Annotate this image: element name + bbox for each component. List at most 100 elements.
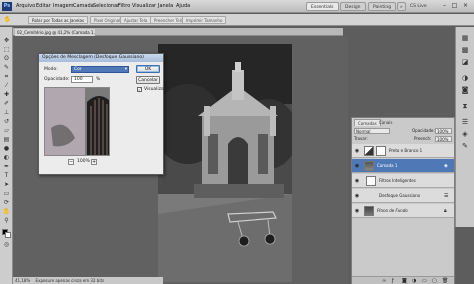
eye-icon[interactable]: ◉ — [354, 178, 360, 184]
dialog-title: Opções de Mesclagem (Desfoque Gaussiano) — [39, 54, 163, 62]
lasso-tool-icon[interactable]: ʘ — [2, 55, 11, 63]
menu-editar[interactable]: Editar — [36, 3, 51, 9]
document-tab[interactable]: 02_Cemitério.jpg @ 41,2% (Camada 1, RGB/… — [15, 29, 95, 42]
gradient-tool-icon[interactable]: ▤ — [2, 136, 11, 144]
marquee-tool-icon[interactable]: ⬚ — [2, 46, 11, 54]
menu-arquivo[interactable]: Arquivo — [16, 3, 35, 9]
layer-row-gaussian-blur[interactable]: ◉ Desfoque Gaussiano ☰ — [352, 189, 454, 203]
layer-row-camada-1[interactable]: ◉ Camada 1 ◈ — [352, 159, 454, 173]
masks-panel-icon[interactable]: ◙ — [459, 85, 471, 95]
filter-preview-window[interactable] — [44, 87, 110, 156]
eyedropper-tool-icon[interactable]: ⁄ — [2, 82, 11, 90]
status-zoom[interactable]: 41,18% — [15, 278, 30, 283]
new-group-icon[interactable]: ▭ — [422, 278, 427, 284]
status-bar: 41,18% Exposure apenas cinza em 32 bits — [13, 277, 163, 284]
menu-janela[interactable]: Janela — [158, 3, 173, 9]
path-selection-tool-icon[interactable]: ➤ — [2, 181, 11, 189]
shape-tool-icon[interactable]: ▭ — [2, 190, 11, 198]
swatches-panel-icon[interactable]: ▩ — [459, 45, 471, 55]
preview-checkbox[interactable]: ✓ — [137, 87, 142, 92]
cs-live-button[interactable]: CS Live — [410, 2, 440, 11]
mode-select[interactable]: Cor ▾ — [71, 66, 129, 73]
blur-tool-icon[interactable]: ● — [2, 145, 11, 153]
styles-panel-icon[interactable]: ◪ — [459, 57, 471, 67]
brush-tool-icon[interactable]: ✐ — [2, 100, 11, 108]
zoom-in-icon[interactable]: + — [91, 159, 97, 165]
workspace-essentials-button[interactable]: Essentials — [306, 2, 339, 11]
workspace-painting-button[interactable]: Painting — [368, 2, 397, 11]
close-icon[interactable]: × — [461, 2, 470, 10]
fill-input[interactable]: 100% — [435, 136, 452, 142]
type-tool-icon[interactable]: T — [2, 172, 11, 180]
workspace-design-button[interactable]: Design — [340, 2, 366, 11]
document-image[interactable] — [158, 44, 292, 282]
filter-options-icon[interactable]: ☰ — [444, 193, 448, 199]
background-color-swatch[interactable] — [5, 232, 11, 238]
history-brush-tool-icon[interactable]: ↺ — [2, 118, 11, 126]
cancel-button[interactable]: Cancelar — [136, 76, 160, 84]
layers-panel-icon[interactable]: ☰ — [459, 117, 471, 127]
adjustment-thumbnail — [364, 146, 374, 156]
layer-thumbnail — [364, 161, 374, 171]
photoshop-logo-icon: Ps — [2, 2, 12, 11]
mode-label: Modo: — [44, 67, 58, 72]
minimize-icon[interactable]: – — [440, 2, 449, 10]
menu-imagem[interactable]: Imagem — [53, 3, 74, 9]
layer-row-background[interactable]: ◉ Plano de Fundo 🔒︎ — [352, 204, 454, 218]
dodge-tool-icon[interactable]: ◐ — [2, 154, 11, 162]
layer-name: Camada 1 — [377, 163, 398, 168]
scroll-all-windows-checkbox[interactable]: Rolar por Todas as Janelas — [28, 16, 89, 24]
clone-stamp-tool-icon[interactable]: ⊥ — [2, 109, 11, 117]
move-tool-icon[interactable]: ✥ — [2, 37, 11, 45]
hand-tool-icon[interactable]: ✋ — [2, 208, 11, 216]
workspace-more-button[interactable]: » — [397, 2, 406, 11]
3d-rotate-tool-icon[interactable]: ⟳ — [2, 199, 11, 207]
new-layer-icon[interactable]: ▢ — [432, 278, 437, 284]
zoom-out-icon[interactable]: − — [68, 159, 74, 165]
maximize-icon[interactable]: □ — [450, 2, 459, 10]
layer-style-icon[interactable]: ƒ — [392, 278, 394, 284]
layer-opacity-input[interactable]: 100% — [435, 128, 452, 134]
smart-object-icon: ◈ — [444, 163, 448, 169]
ok-button[interactable]: OK — [136, 65, 160, 73]
layer-row-smart-filters[interactable]: ◉ Filtros Inteligentes — [352, 174, 454, 188]
crop-tool-icon[interactable]: ⌗ — [2, 73, 11, 81]
quick-selection-tool-icon[interactable]: ✎ — [2, 64, 11, 72]
opacity-value: 100 — [74, 77, 83, 82]
toolbox: ✥ ⬚ ʘ ✎ ⌗ ⁄ ✚ ✐ ⊥ ↺ ▱ ▤ ● ◐ ✒ T ➤ ▭ ⟳ ✋ … — [0, 27, 13, 284]
add-mask-icon[interactable]: ◙ — [402, 278, 407, 284]
menu-filtro[interactable]: Filtro — [118, 3, 130, 9]
menu-camada[interactable]: Camada — [73, 3, 94, 9]
fit-screen-button[interactable]: Ajustar Tela — [120, 16, 152, 24]
layer-row-preto-e-branco[interactable]: ◉ Preto e Branco 1 — [352, 144, 454, 158]
paths-panel-icon[interactable]: ✎ — [459, 141, 471, 151]
quick-mask-icon[interactable]: ◎ — [2, 241, 11, 249]
healing-brush-tool-icon[interactable]: ✚ — [2, 91, 11, 99]
layers-panel: Camadas Canais Normal Opacidade: 100% Tr… — [351, 117, 455, 284]
eraser-tool-icon[interactable]: ▱ — [2, 127, 11, 135]
tab-channels[interactable]: Canais — [376, 119, 395, 126]
eye-icon[interactable]: ◉ — [354, 163, 360, 169]
channels-panel-icon[interactable]: ◈ — [459, 129, 471, 139]
menu-selecionar[interactable]: Selecionar — [93, 3, 119, 9]
hand-tool-icon[interactable]: ✋ — [3, 16, 12, 24]
opacity-label: Opacidade: — [44, 77, 70, 82]
eye-icon[interactable]: ◉ — [354, 193, 360, 199]
pen-tool-icon[interactable]: ✒ — [2, 163, 11, 171]
history-panel-icon[interactable]: ⧗ — [459, 101, 471, 111]
eye-icon[interactable]: ◉ — [354, 208, 360, 214]
color-panel-icon[interactable]: ▦ — [459, 33, 471, 43]
print-size-button[interactable]: Imprimir Tamanho — [182, 16, 227, 24]
application-title-bar: Ps Arquivo Editar Imagem Camada Selecion… — [0, 0, 474, 13]
adjustment-layer-icon[interactable]: ◑ — [412, 278, 416, 284]
eye-icon[interactable]: ◉ — [354, 148, 360, 154]
delete-layer-icon[interactable]: 🗑︎ — [442, 278, 448, 284]
link-layers-icon[interactable]: ∞ — [382, 278, 386, 284]
menu-ajuda[interactable]: Ajuda — [176, 3, 190, 9]
opacity-input[interactable]: 100 — [71, 76, 93, 83]
adjustments-panel-icon[interactable]: ◑ — [459, 73, 471, 83]
blend-mode-select[interactable]: Normal — [354, 128, 390, 134]
menu-visualizar[interactable]: Visualizar — [132, 3, 156, 9]
zoom-tool-icon[interactable]: ⚲ — [2, 217, 11, 225]
opacity-unit: % — [96, 77, 101, 82]
